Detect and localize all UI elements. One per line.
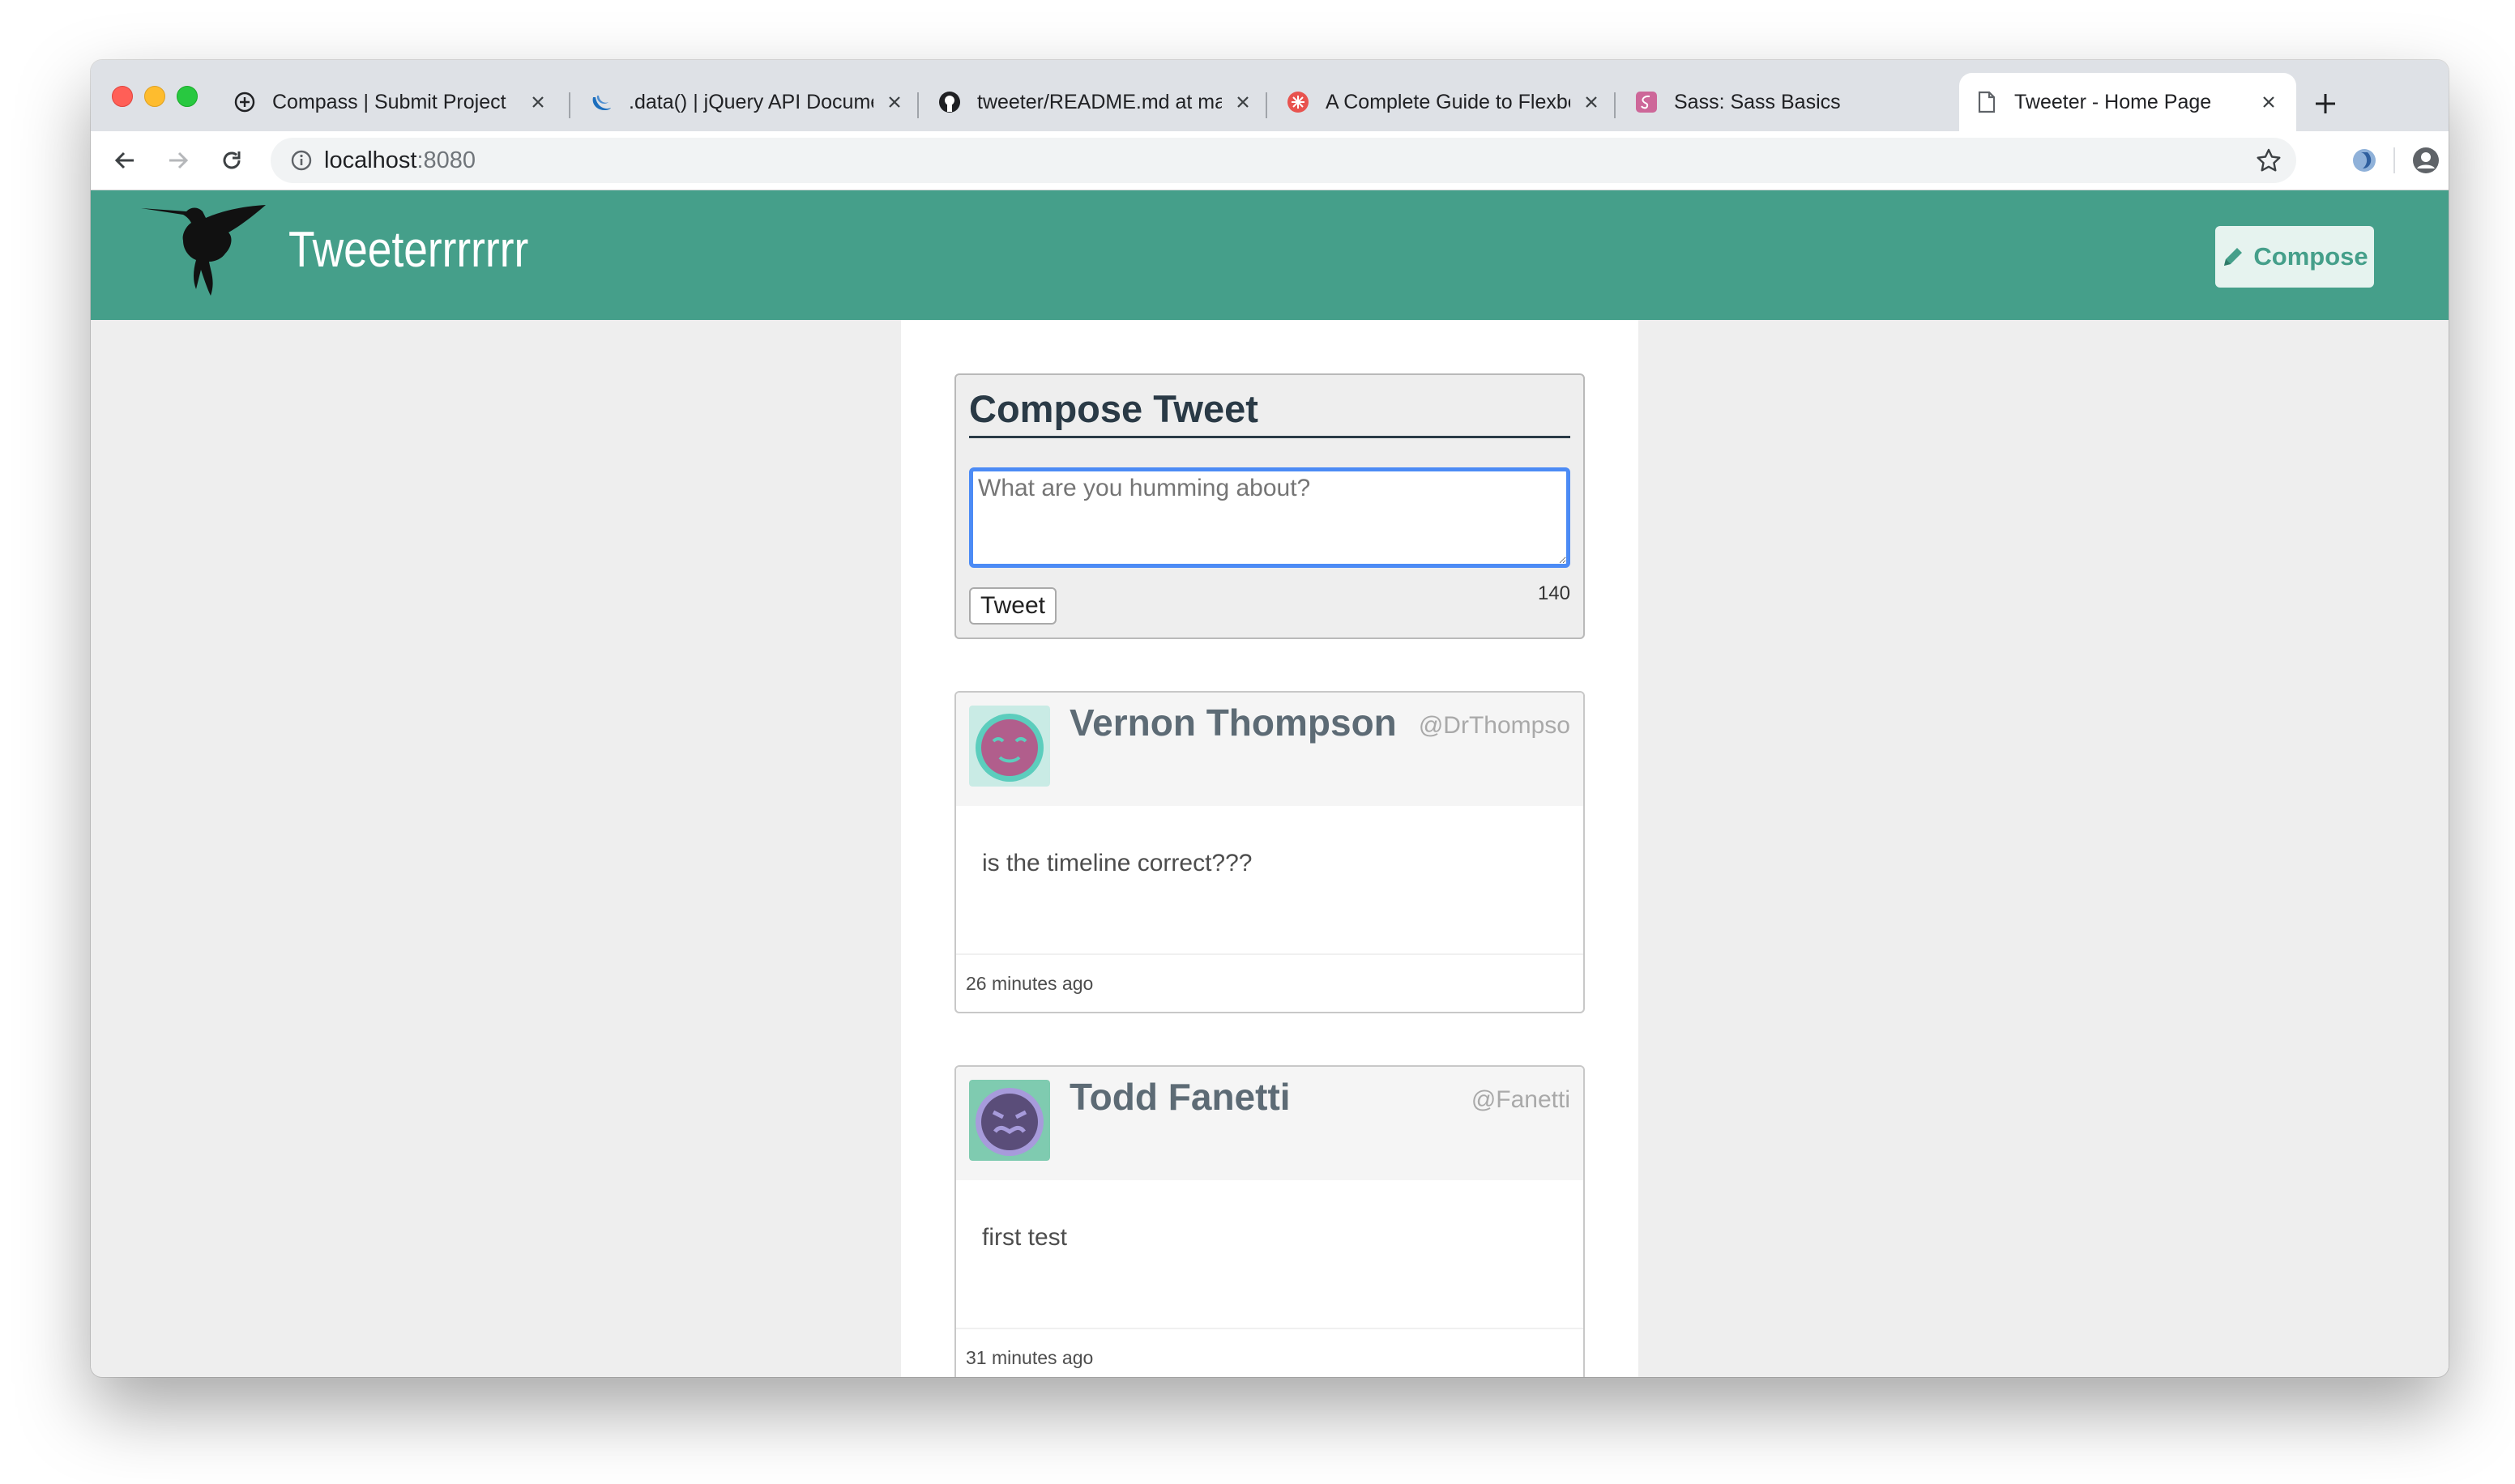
close-icon[interactable]: [2257, 91, 2280, 113]
reload-icon: [223, 151, 241, 169]
url-text: localhost:8080: [324, 147, 476, 173]
compose-tweet-panel: Compose Tweet Tweet 140: [954, 373, 1585, 639]
main-container: Compose Tweet Tweet 140 Vernon Thompson …: [901, 320, 1638, 1377]
tweet-author-name: Vernon Thompson: [1070, 701, 1397, 744]
tab-github[interactable]: tweeter/README.md at master: [922, 73, 1270, 131]
tab-separator: [1614, 92, 1616, 118]
site-brand: Tweeterrrrrrr: [288, 222, 529, 278]
tweet-card: Vernon Thompson @DrThompso is the timeli…: [954, 691, 1585, 1013]
avatar: [969, 1080, 1050, 1161]
character-counter: 140: [1537, 582, 1570, 604]
close-icon[interactable]: [1580, 91, 1603, 113]
back-button[interactable]: [107, 143, 143, 178]
tweet-header: Vernon Thompson @DrThompso: [956, 693, 1583, 806]
arrow-left-icon: [114, 151, 134, 169]
tab-jquery[interactable]: .data() | jQuery API Documentation: [574, 73, 922, 131]
tweet-timestamp: 26 minutes ago: [966, 973, 1094, 994]
tweet-submit-button[interactable]: Tweet: [969, 587, 1057, 625]
plus-icon: [2316, 94, 2335, 113]
tab-separator: [569, 92, 570, 118]
bookmark-star-icon[interactable]: [2256, 147, 2282, 173]
pencil-icon: [2224, 248, 2243, 266]
tab-compass[interactable]: Compass | Submit Project: [217, 73, 566, 131]
close-window-button[interactable]: [112, 86, 133, 107]
tweet-author-handle: @Fanetti: [1471, 1086, 1570, 1113]
compass-add-icon: [233, 91, 256, 113]
tweet-timestamp: 31 minutes ago: [966, 1347, 1094, 1368]
site-navbar: Tweeterrrrrrr Compose: [91, 190, 2449, 320]
tweet-footer: 26 minutes ago: [956, 953, 1583, 1012]
toolbar-divider: [2393, 147, 2395, 173]
close-icon[interactable]: [527, 91, 549, 113]
compose-button[interactable]: Compose: [2215, 226, 2374, 288]
extension-icon[interactable]: [2348, 144, 2380, 177]
tweet-content: is the timeline correct???: [982, 850, 1253, 876]
tab-separator: [917, 92, 919, 118]
jquery-icon: [590, 91, 613, 113]
account-icon: [2413, 147, 2439, 173]
minimize-window-button[interactable]: [144, 86, 165, 107]
tab-flexbox[interactable]: A Complete Guide to Flexbox: [1270, 73, 1619, 131]
page-viewport: Tweeterrrrrrr Compose Compose Tweet Twee…: [91, 190, 2449, 1377]
tweet-author-handle: @DrThompso: [1418, 712, 1570, 739]
profile-button[interactable]: [2410, 144, 2442, 177]
tweet-footer: 31 minutes ago: [956, 1328, 1583, 1377]
new-tab-button[interactable]: [2309, 87, 2342, 120]
tab-strip: Compass | Submit Project .data() | jQuer…: [91, 60, 2449, 131]
close-icon[interactable]: [1232, 91, 1254, 113]
tweet-card: Todd Fanetti @Fanetti first test 31 minu…: [954, 1065, 1585, 1377]
css-tricks-icon: [1287, 91, 1309, 113]
compose-heading: Compose Tweet: [969, 386, 1570, 438]
info-icon[interactable]: [290, 149, 313, 172]
close-icon[interactable]: [883, 91, 906, 113]
arrow-right-icon: [169, 151, 189, 169]
tweet-author-name: Todd Fanetti: [1070, 1076, 1291, 1118]
browser-toolbar: localhost:8080: [91, 131, 2449, 190]
tweet-text-input[interactable]: [969, 467, 1570, 568]
address-bar[interactable]: localhost:8080: [271, 138, 2296, 183]
tab-separator: [1266, 92, 1267, 118]
page-icon: [1975, 91, 1998, 113]
avatar: [969, 706, 1050, 787]
forward-button[interactable]: [160, 143, 196, 178]
browser-window: Compass | Submit Project .data() | jQuer…: [91, 60, 2449, 1377]
reload-button[interactable]: [214, 143, 250, 178]
github-icon: [938, 91, 961, 113]
tweet-content: first test: [982, 1224, 1068, 1251]
tab-tweeter-home[interactable]: Tweeter - Home Page: [1959, 73, 2296, 131]
hummingbird-logo-icon: [141, 205, 266, 296]
tweet-header: Todd Fanetti @Fanetti: [956, 1067, 1583, 1180]
sass-icon: [1635, 91, 1658, 113]
maximize-window-button[interactable]: [177, 86, 198, 107]
